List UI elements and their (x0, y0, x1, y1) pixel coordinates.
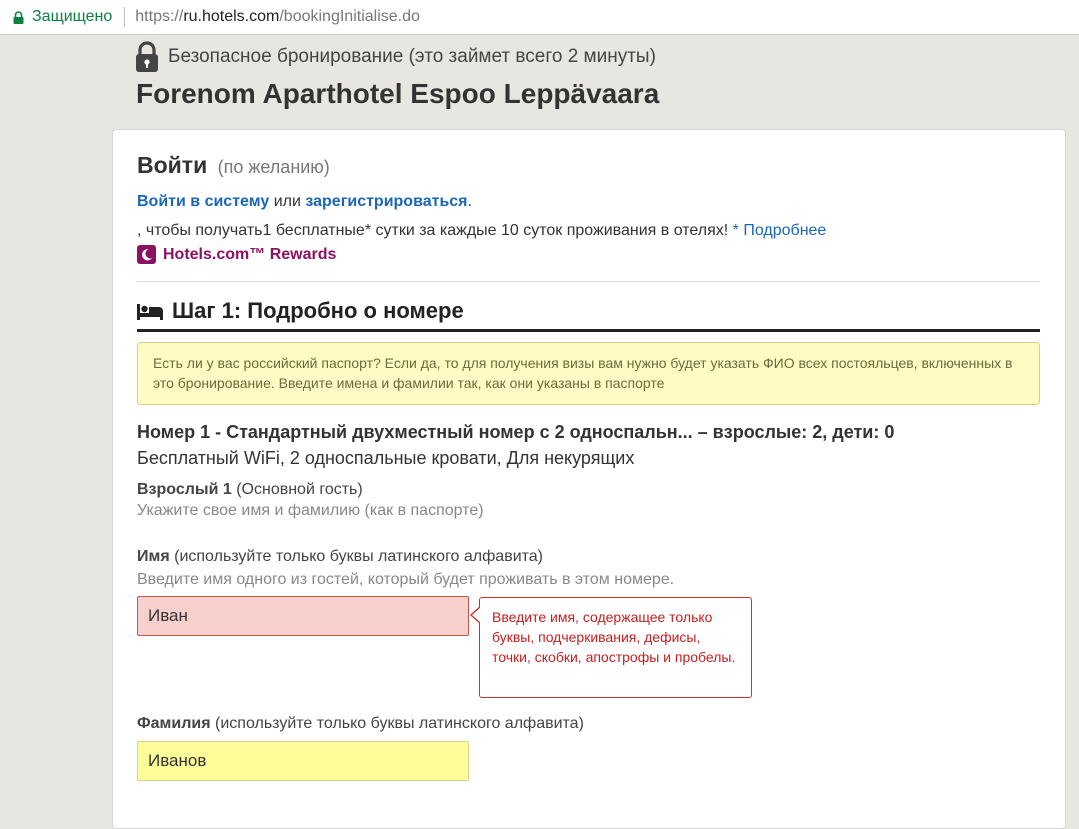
section-divider (137, 281, 1040, 282)
address-bar[interactable]: Защищено https://ru.hotels.com/bookingIn… (0, 0, 1079, 35)
first-name-label-note: (используйте только буквы латинского алф… (174, 548, 544, 565)
padlock-icon (135, 41, 159, 73)
promo-text: , чтобы получать1 бесплатные* сутки за к… (137, 222, 729, 239)
rewards-moon-icon (137, 245, 156, 264)
or-text: или (273, 193, 301, 210)
rewards-label: Hotels.com™ Rewards (163, 245, 337, 263)
rewards-brand: Hotels.com™ Rewards (137, 245, 336, 264)
secure-booking-text: Безопасное бронирование (это займет всег… (168, 46, 656, 67)
room-features: Бесплатный WiFi, 2 односпальные кровати,… (137, 448, 635, 468)
last-name-label-note: (используйте только буквы латинского алф… (215, 715, 584, 732)
login-links: Войти в систему или зарегистрироваться. (137, 193, 472, 211)
url-host: ru.hotels.com (183, 8, 280, 25)
lock-icon (13, 10, 24, 24)
last-name-label-bold: Фамилия (137, 715, 211, 732)
secure-booking-banner: Безопасное бронирование (это займет всег… (135, 41, 656, 73)
bed-icon (137, 302, 163, 320)
first-name-label: Имя (используйте только буквы латинского… (137, 548, 543, 566)
login-optional: (по желанию) (217, 157, 330, 177)
login-title: Войти (137, 152, 208, 178)
secure-label: Защищено (32, 8, 113, 25)
hotel-name: Forenom Aparthotel Espoo Leppävaara (136, 78, 660, 109)
first-name-error-text: Введите имя, содержащее только буквы, по… (492, 609, 736, 665)
signin-link[interactable]: Войти в систему (137, 193, 269, 210)
guest-hint: Укажите свое имя и фамилию (как в паспор… (137, 502, 484, 519)
last-name-label: Фамилия (используйте только буквы латинс… (137, 715, 584, 733)
login-heading: Войти (по желанию) (137, 152, 330, 179)
url-text[interactable]: https://ru.hotels.com/bookingInitialise.… (135, 8, 420, 26)
url-scheme: https:// (135, 8, 184, 25)
rewards-promo: , чтобы получать1 бесплатные* сутки за к… (137, 222, 826, 240)
room-heading: Номер 1 - Стандартный двухместный номер … (137, 422, 895, 442)
more-info-link[interactable]: * Подробнее (733, 222, 827, 239)
tooltip-arrow-fill (472, 607, 481, 623)
last-name-input[interactable] (137, 741, 469, 781)
step1-title: Шаг 1: Подробно о номере (172, 297, 464, 323)
first-name-error-tooltip: Введите имя, содержащее только буквы, по… (470, 597, 752, 698)
url-path: /bookingInitialise.do (279, 8, 420, 25)
address-separator (124, 7, 126, 27)
guest-heading: Взрослый 1 (Основной гость) (137, 481, 363, 499)
first-name-label-bold: Имя (137, 548, 170, 565)
first-name-input[interactable] (137, 596, 469, 636)
first-name-hint: Введите имя одного из гостей, который бу… (137, 571, 675, 588)
guest-label: Взрослый 1 (137, 481, 232, 498)
guest-role: (Основной гость) (236, 481, 363, 498)
passport-notice: Есть ли у вас российский паспорт? Если д… (137, 342, 1040, 405)
step1-header: Шаг 1: Подробно о номере (137, 297, 1040, 332)
register-link[interactable]: зарегистрироваться (305, 193, 467, 210)
period: . (467, 193, 472, 210)
